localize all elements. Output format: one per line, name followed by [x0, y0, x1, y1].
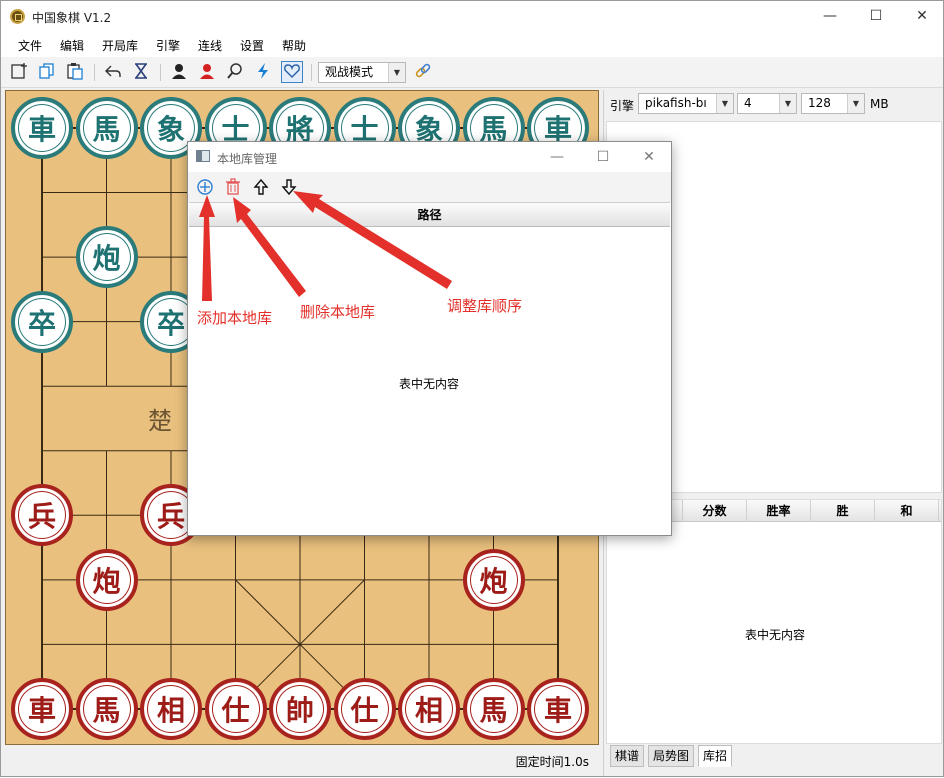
paste-icon[interactable]: [65, 62, 85, 82]
annotation-add-book: 添加本地库: [197, 309, 273, 327]
red-piece[interactable]: 相: [398, 677, 460, 740]
empty-table-text: 表中无内容: [745, 628, 806, 642]
red-piece[interactable]: 兵: [11, 484, 73, 547]
search-time-status: 固定时间1.0s: [515, 755, 589, 769]
close-button[interactable]: ✕: [899, 1, 944, 32]
red-player-icon[interactable]: [197, 62, 217, 82]
river-label-chu: 楚: [148, 407, 172, 435]
black-piece[interactable]: 車: [11, 97, 73, 159]
dialog-close-button[interactable]: ✕: [626, 142, 672, 172]
hourglass-icon[interactable]: [131, 62, 151, 82]
dialog-minimize-button[interactable]: —: [534, 142, 580, 172]
status-bar: 固定时间1.0s: [1, 746, 601, 776]
toolbar-separator: [94, 64, 95, 81]
menu-engine[interactable]: 引擎: [156, 37, 180, 54]
column-header-path[interactable]: 路径: [189, 203, 670, 227]
engine-select-value: pikafish-bı: [645, 96, 707, 110]
local-book-dialog: 本地库管理 — ☐ ✕ 路径 表中无内容: [187, 141, 672, 536]
red-piece[interactable]: 仕: [333, 677, 396, 740]
tab-evaluation-chart[interactable]: 局势图: [648, 745, 695, 767]
black-piece[interactable]: 炮: [75, 226, 138, 289]
title-bar: 中国象棋 V1.2 — ☐ ✕: [1, 1, 943, 32]
mode-select[interactable]: 观战模式 ▼: [318, 62, 406, 83]
menu-settings[interactable]: 设置: [240, 37, 264, 54]
menu-connect[interactable]: 连线: [198, 37, 222, 54]
bottom-tabs: 棋谱 局势图 库招: [606, 745, 942, 769]
hash-value: 128: [808, 96, 831, 110]
red-piece[interactable]: 車: [11, 677, 73, 740]
heart-icon[interactable]: [281, 61, 303, 83]
engine-select[interactable]: pikafish-bı ▼: [638, 93, 734, 114]
search-icon[interactable]: [225, 62, 245, 82]
window-title: 中国象棋 V1.2: [32, 11, 112, 25]
black-piece[interactable]: 馬: [75, 97, 138, 159]
trash-icon[interactable]: [224, 178, 242, 196]
threads-value: 4: [744, 96, 752, 110]
column-header-win[interactable]: 胜: [811, 500, 875, 522]
menu-edit[interactable]: 编辑: [60, 37, 84, 54]
tab-game-record[interactable]: 棋谱: [610, 745, 645, 767]
dialog-app-icon: [196, 150, 210, 162]
tab-book-moves[interactable]: 库招: [698, 745, 733, 767]
lightning-icon[interactable]: [253, 62, 273, 82]
menu-file[interactable]: 文件: [18, 37, 42, 54]
chevron-down-icon[interactable]: ▼: [779, 94, 796, 113]
chevron-down-icon[interactable]: ▼: [847, 94, 864, 113]
main-window: 中国象棋 V1.2 — ☐ ✕ 文件 编辑 开局库 引擎 连线 设置 帮助 观战…: [0, 0, 944, 777]
red-piece[interactable]: 炮: [75, 548, 138, 611]
column-header-winrate[interactable]: 胜率: [747, 500, 811, 522]
copy-icon[interactable]: [37, 62, 57, 82]
chevron-down-icon[interactable]: ▼: [388, 63, 405, 82]
maximize-button[interactable]: ☐: [853, 1, 899, 32]
hash-unit-label: MB: [870, 97, 889, 111]
dialog-title-bar: 本地库管理 — ☐ ✕: [188, 142, 671, 172]
arrow-down-icon[interactable]: [280, 178, 298, 196]
threads-select[interactable]: 4 ▼: [737, 93, 797, 114]
dialog-maximize-button[interactable]: ☐: [580, 142, 626, 172]
column-header-score[interactable]: 分数: [683, 500, 747, 522]
engine-label: 引擎: [610, 99, 635, 113]
new-board-icon[interactable]: [9, 62, 29, 82]
minimize-button[interactable]: —: [807, 1, 853, 32]
hash-select[interactable]: 128 ▼: [801, 93, 865, 114]
red-piece[interactable]: 車: [527, 677, 589, 740]
red-piece[interactable]: 帥: [269, 677, 331, 740]
menu-help[interactable]: 帮助: [282, 37, 306, 54]
chevron-down-icon[interactable]: ▼: [716, 94, 733, 113]
dialog-toolbar: [188, 172, 671, 202]
dialog-title: 本地库管理: [217, 152, 278, 166]
annotation-reorder-book: 调整库顺序: [447, 297, 523, 315]
column-header-draw[interactable]: 和: [875, 500, 939, 522]
mode-select-value: 观战模式: [325, 65, 374, 79]
menu-bar: 文件 编辑 开局库 引擎 连线 设置 帮助: [1, 32, 943, 57]
red-piece[interactable]: 相: [140, 677, 202, 740]
toolbar: 观战模式 ▼: [1, 57, 943, 88]
toolbar-separator: [311, 64, 312, 81]
arrow-up-icon[interactable]: [252, 178, 270, 196]
red-piece[interactable]: 馬: [462, 677, 525, 740]
red-piece[interactable]: 馬: [75, 677, 138, 740]
red-piece[interactable]: 炮: [462, 548, 525, 611]
toolbar-separator: [160, 64, 161, 81]
undo-icon[interactable]: [103, 62, 123, 82]
red-piece[interactable]: 仕: [204, 677, 267, 740]
annotation-delete-book: 删除本地库: [300, 303, 376, 321]
dialog-empty-text: 表中无内容: [399, 377, 460, 391]
black-piece[interactable]: 卒: [11, 290, 73, 353]
link-icon[interactable]: [413, 62, 433, 82]
app-logo-icon: [10, 9, 25, 24]
black-player-icon[interactable]: [169, 62, 189, 82]
add-circle-icon[interactable]: [196, 178, 214, 196]
menu-opening-book[interactable]: 开局库: [102, 37, 138, 54]
local-book-table[interactable]: 路径 表中无内容: [189, 202, 670, 535]
